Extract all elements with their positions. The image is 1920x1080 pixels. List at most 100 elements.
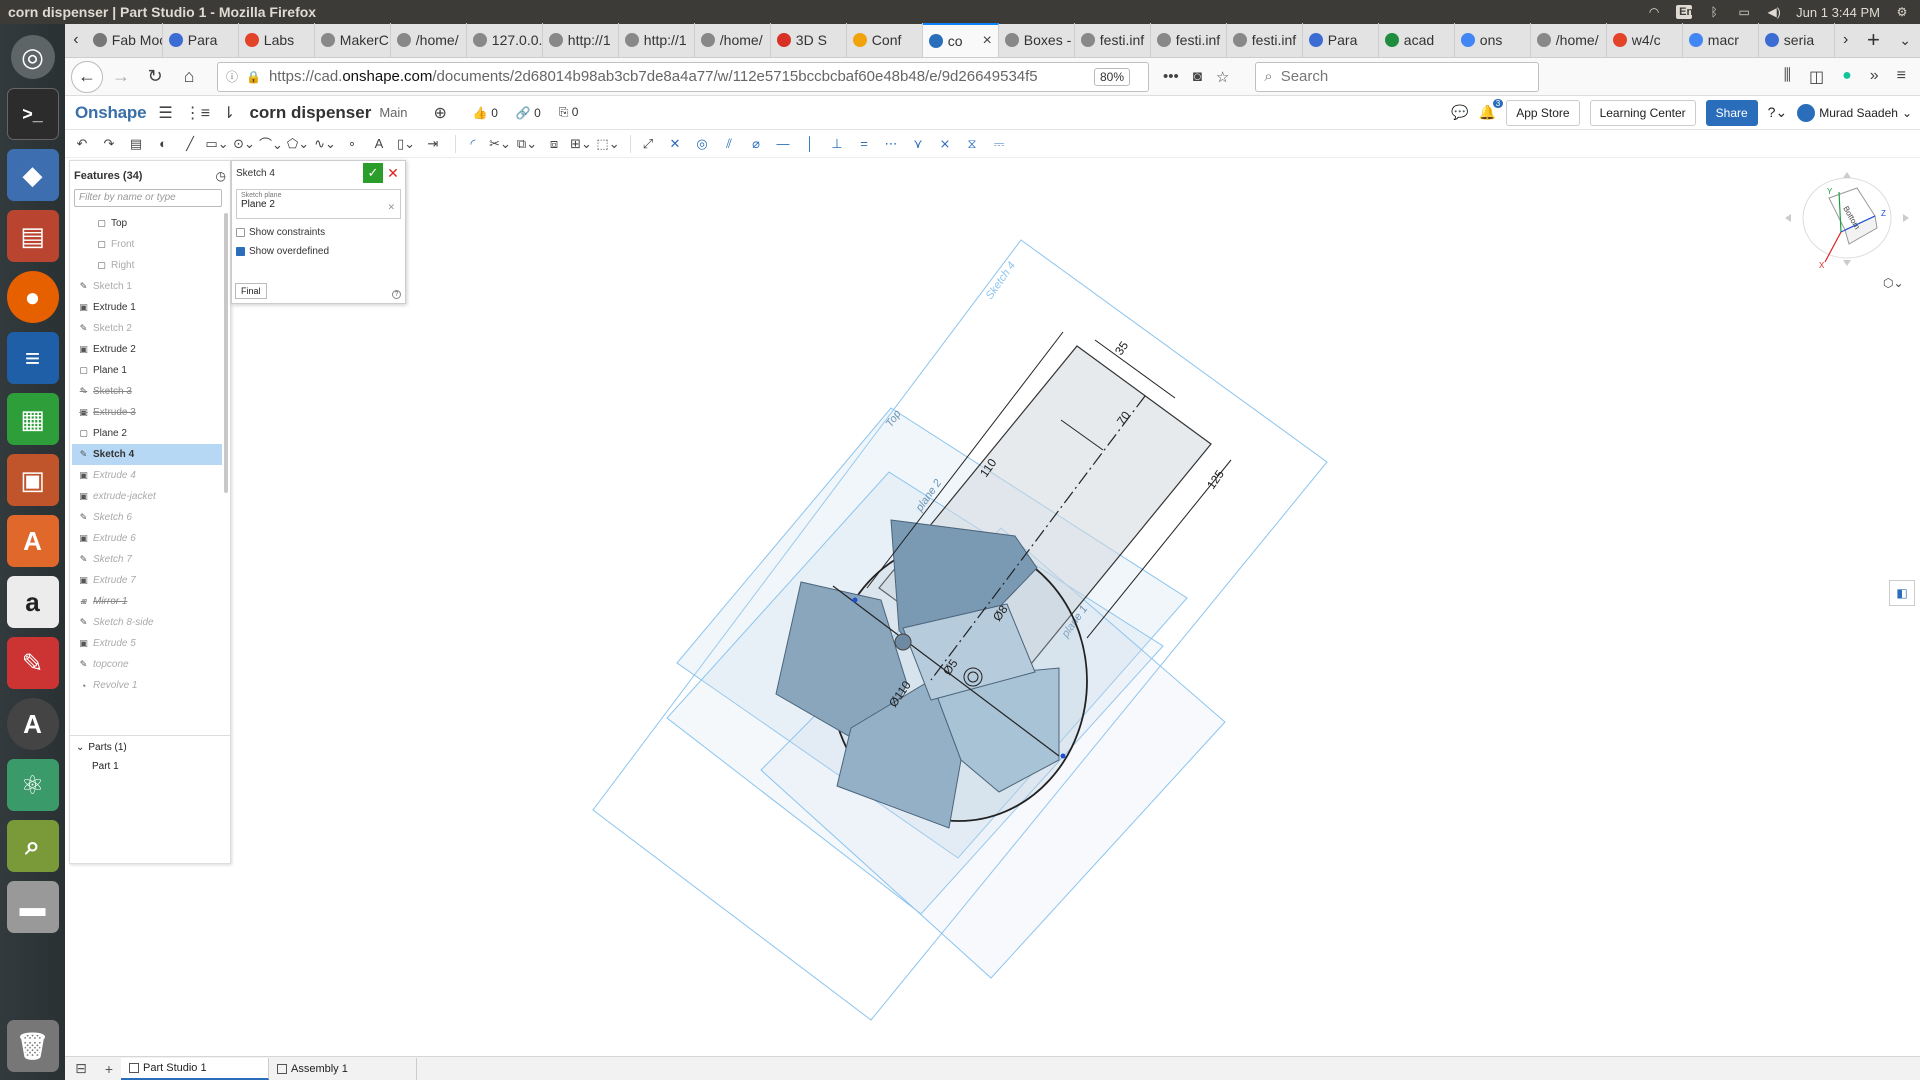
grammarly-icon[interactable]: ●	[1842, 67, 1852, 87]
learning-center-button[interactable]: Learning Center	[1589, 99, 1696, 126]
feature-item[interactable]: ▣ Extrude 1	[72, 297, 222, 318]
feature-item[interactable]: ▢ Plane 1	[72, 360, 222, 381]
feature-item[interactable]: ▢ Front	[72, 234, 222, 255]
bluetooth-icon[interactable]: ᛒ	[1706, 5, 1722, 19]
feature-item[interactable]: ▣ Extrude 2	[72, 339, 222, 360]
rotate-down-arrow[interactable]	[1843, 260, 1851, 266]
rotate-right-arrow[interactable]	[1903, 214, 1909, 222]
symmetric-constraint-icon[interactable]: ⧖	[961, 133, 983, 155]
browser-tab[interactable]: MakerC	[315, 23, 391, 57]
help-icon[interactable]: ?⌄	[1768, 104, 1788, 121]
line-tool-icon[interactable]: ╱	[179, 133, 201, 155]
appearance-panel-icon[interactable]: ◧	[1889, 580, 1915, 606]
sketch-point[interactable]	[852, 597, 858, 603]
branch-name[interactable]: Main	[379, 105, 407, 120]
final-button[interactable]: Final	[235, 283, 267, 299]
normal-constraint-icon[interactable]: ⋎	[907, 133, 929, 155]
sketch-plane-field[interactable]: Sketch plane Plane 2 ✕	[236, 189, 401, 219]
left-hole[interactable]	[894, 633, 912, 651]
page-actions-icon[interactable]: •••	[1163, 68, 1179, 86]
browser-tab[interactable]: Para	[1303, 23, 1379, 57]
sketch-point[interactable]	[1060, 753, 1066, 759]
app-store-button[interactable]: App Store	[1506, 99, 1580, 126]
show-overdefined-toggle[interactable]: Show overdefined	[232, 238, 405, 257]
concentric-constraint-icon[interactable]: ◎	[691, 133, 713, 155]
site-info-icon[interactable]: ⓘ	[226, 68, 238, 85]
feature-item[interactable]: ✎ Sketch 3	[72, 381, 222, 402]
copies-counter[interactable]: ⎘ 0	[559, 105, 579, 120]
browser-tab[interactable]: 127.0.0.	[467, 23, 543, 57]
feature-item[interactable]: ✎ Sketch 8-side	[72, 612, 222, 633]
use-tool-icon[interactable]: ⬚⌄	[596, 133, 619, 155]
software-center-icon[interactable]: A	[6, 515, 59, 567]
notifications-icon[interactable]: 🔔 3	[1479, 99, 1504, 121]
spline-tool-icon[interactable]: ∿⌄	[314, 133, 336, 155]
writer-icon[interactable]: ≡	[6, 332, 59, 384]
feature-item[interactable]: ✎ Sketch 2	[72, 318, 222, 339]
battery-icon[interactable]: ▭	[1736, 5, 1752, 19]
history-icon[interactable]: ◷	[216, 169, 226, 183]
globe-icon[interactable]: ⊕	[434, 103, 447, 123]
browser-tab[interactable]: festi.inf	[1075, 23, 1151, 57]
cube-app-icon[interactable]: ◆	[6, 149, 59, 201]
amazon-icon[interactable]: a	[6, 576, 59, 628]
feature-item[interactable]: ◔ Revolve 1	[72, 675, 222, 696]
polygon-tool-icon[interactable]: ⬠⌄	[287, 133, 309, 155]
browser-tab[interactable]: /home/	[1531, 23, 1607, 57]
browser-tab[interactable]: Fab Moc	[87, 23, 163, 57]
url-bar[interactable]: ⓘ 🔒 https://cad.onshape.com/documents/2d…	[217, 61, 1149, 92]
atom-icon[interactable]: ⚛	[6, 759, 59, 811]
feature-item[interactable]: ▣ Extrude 7	[72, 570, 222, 591]
tabs-scroll-left-icon[interactable]: ‹	[65, 23, 87, 57]
sidebar-icon[interactable]: ◫	[1809, 67, 1824, 87]
bookmark-star-icon[interactable]: ☆	[1216, 68, 1229, 86]
overflow-menu-icon[interactable]: »	[1870, 67, 1879, 87]
offset-tool-icon[interactable]: ⧉⌄	[516, 133, 538, 155]
clear-icon[interactable]: ✕	[387, 202, 395, 213]
feature-item[interactable]: ✎ Sketch 1	[72, 276, 222, 297]
home-button[interactable]: ⌂	[173, 61, 205, 93]
feature-list-scrollbar[interactable]	[224, 213, 228, 493]
feature-item[interactable]: ▢ Top	[72, 213, 222, 234]
feature-item[interactable]: ⧈ Mirror 1	[72, 591, 222, 612]
equal-constraint-icon[interactable]: =	[853, 133, 875, 155]
close-tab-icon[interactable]: ×	[982, 32, 991, 50]
feature-item[interactable]: ✎ Sketch 6	[72, 507, 222, 528]
view-options-icon[interactable]: ⬡⌄	[1883, 276, 1904, 290]
wifi-icon[interactable]: ◠	[1646, 5, 1662, 19]
search-input[interactable]: Search	[1281, 68, 1329, 85]
feature-item[interactable]: ✎ Sketch 7	[72, 549, 222, 570]
sketch-dialog-title[interactable]: Sketch 4	[236, 168, 275, 179]
browser-tab[interactable]: ons	[1455, 23, 1531, 57]
view-cube[interactable]: Bottom Y Z X ⬡⌄	[1785, 172, 1915, 292]
trim-tool-icon[interactable]: ✂⌄	[489, 133, 511, 155]
vertical-constraint-icon[interactable]: │	[799, 133, 821, 155]
point-tool-icon[interactable]: ∘	[341, 133, 363, 155]
browser-tab[interactable]: Para	[163, 23, 239, 57]
hamburger-menu-icon[interactable]: ≡	[1897, 67, 1906, 87]
ubuntu-icon[interactable]: ◎	[10, 35, 55, 79]
browser-tab[interactable]: festi.inf	[1151, 23, 1227, 57]
browser-tab[interactable]: Boxes -	[999, 23, 1075, 57]
feature-item[interactable]: ✎ Sketch 4	[72, 444, 222, 465]
graphics-viewport[interactable]: Sketch 4 Top plane 2 plane 1	[231, 160, 1920, 1056]
sketch-plane-value[interactable]: Plane 2	[241, 199, 396, 210]
feature-item[interactable]: ▣ extrude-jacket	[72, 486, 222, 507]
parts-header[interactable]: ⌄ Parts (1)	[70, 742, 230, 753]
feature-tree-toggle-icon[interactable]: ⋮≡	[185, 103, 210, 123]
tab-list-dropdown-icon[interactable]: ⌄	[1890, 23, 1920, 57]
chevron-down-icon[interactable]: ⌄	[76, 742, 84, 753]
show-constraints-checkbox[interactable]	[236, 228, 245, 237]
tangent-constraint-icon[interactable]: ⌀	[745, 133, 767, 155]
tab-part-studio-1[interactable]: Part Studio 1	[121, 1057, 269, 1080]
browser-tab[interactable]: seria	[1759, 23, 1835, 57]
feature-item[interactable]: ▣ Extrude 3	[72, 402, 222, 423]
drive-icon[interactable]: ▬	[6, 881, 59, 933]
dim-125[interactable]: 125	[1204, 467, 1227, 492]
undo-icon[interactable]: ↶	[71, 133, 93, 155]
pattern-tool-icon[interactable]: ⊞⌄	[570, 133, 592, 155]
show-overdefined-checkbox[interactable]	[236, 247, 245, 256]
circle-tool-icon[interactable]: ⊙⌄	[233, 133, 255, 155]
rotate-up-arrow[interactable]	[1843, 172, 1851, 178]
likes-counter[interactable]: 👍 0	[473, 106, 498, 120]
